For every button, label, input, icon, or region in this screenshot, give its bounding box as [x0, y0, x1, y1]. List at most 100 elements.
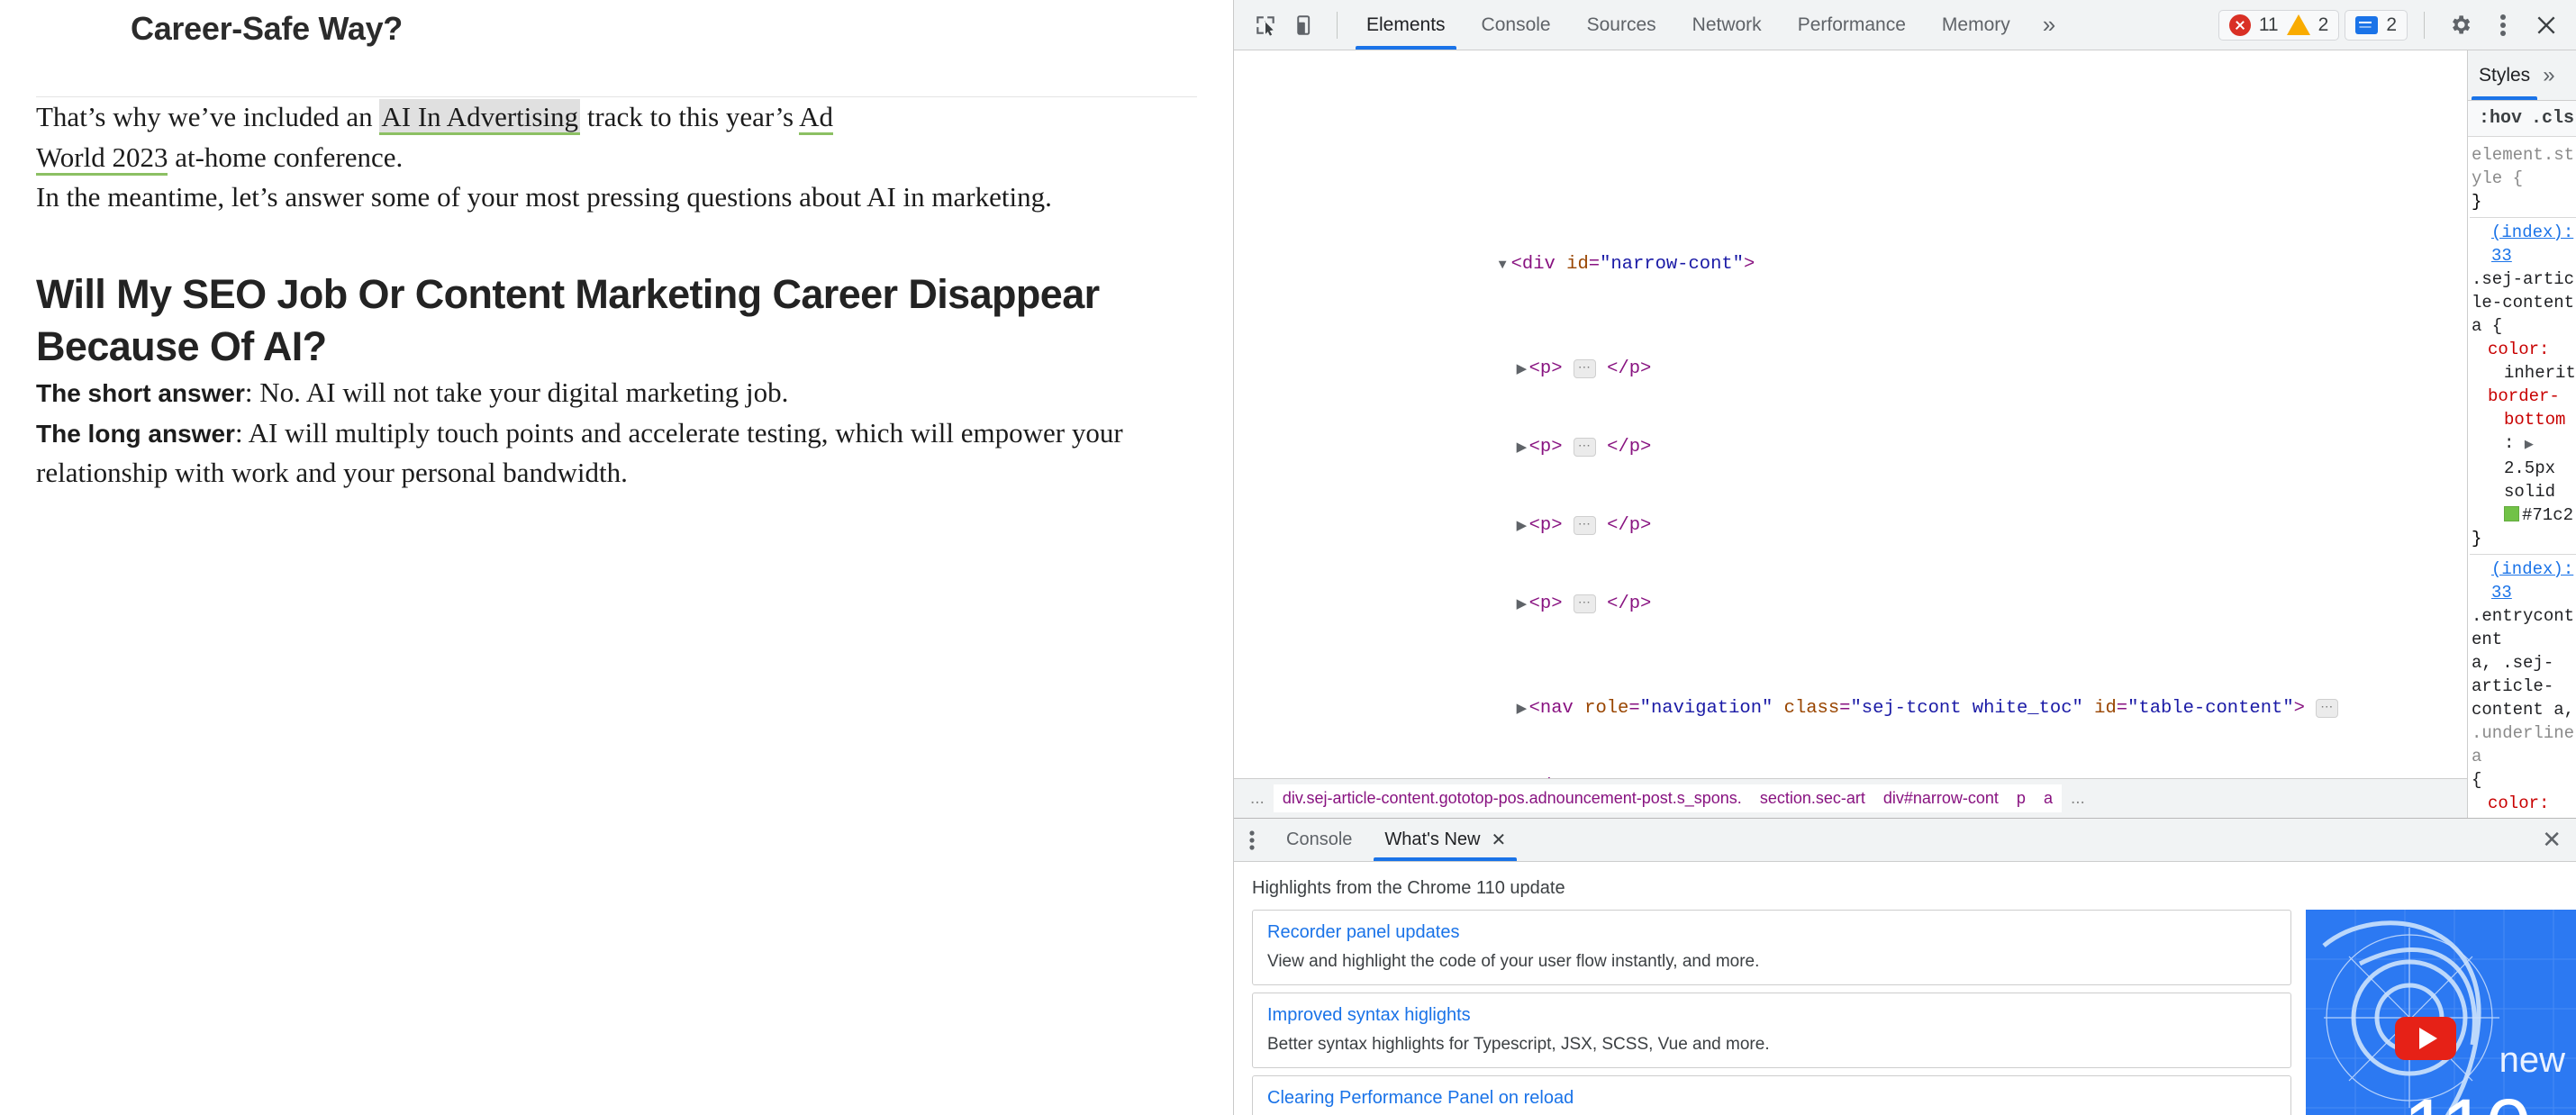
rule-source-link-2[interactable]: (index):33	[2472, 558, 2576, 604]
tabs-overflow-icon[interactable]: »	[2028, 11, 2070, 39]
nav-class-value: sej-tcont white_toc	[1862, 698, 2073, 719]
messages-counter[interactable]: 2	[2345, 10, 2408, 41]
color-swatch[interactable]	[2504, 506, 2519, 521]
whats-new-card[interactable]: Improved syntax higlights Better syntax …	[1252, 993, 2291, 1068]
tab-network[interactable]: Network	[1674, 0, 1780, 50]
prop-border-bottom-colon[interactable]: : ▶	[2472, 431, 2576, 457]
dom-tree[interactable]: ▼<section class="sec-art"> ▼<div id="nar…	[1234, 50, 2467, 778]
prop-color-2[interactable]: color:	[2472, 792, 2576, 815]
rule-source-link[interactable]: (index):33	[2472, 221, 2576, 267]
styles-panel-header: Styles »	[2468, 50, 2576, 101]
warning-count: 2	[2318, 14, 2329, 36]
dom-line-p-collapsed[interactable]: ▶<p> ⋯ </p>	[1234, 408, 2467, 434]
rule-selector[interactable]: .sej-article-content a {	[2472, 269, 2574, 336]
value-border-style: solid	[2472, 480, 2576, 503]
value-color[interactable]: inherit	[2472, 361, 2576, 385]
element-style-selector: element.style {	[2472, 145, 2574, 188]
rule-selector-2-part1[interactable]: .entrycontent	[2472, 606, 2574, 649]
close-devtools-icon[interactable]	[2527, 6, 2565, 44]
close-whats-new-icon[interactable]: ✕	[1491, 829, 1506, 851]
devtools-toolbar: Elements Console Sources Network Perform…	[1234, 0, 2576, 50]
styles-rules-list[interactable]: element.style { } (index):33 .sej-articl…	[2468, 137, 2576, 818]
dom-line-nav-close[interactable]: </nav>	[1234, 748, 2467, 774]
tab-memory[interactable]: Memory	[1924, 0, 2028, 50]
breadcrumb-item-a[interactable]: a	[2035, 784, 2062, 812]
drawer-more-icon[interactable]	[1234, 819, 1270, 861]
styles-tabs-overflow-icon[interactable]: »	[2541, 63, 2554, 88]
rule-selector-2-part3[interactable]: article-	[2472, 675, 2576, 698]
breadcrumb-overflow-right[interactable]: ...	[2062, 789, 2094, 809]
settings-gear-icon[interactable]	[2441, 6, 2479, 44]
dom-line-section-cut[interactable]: ▼<section class="sec-art">	[1234, 132, 2467, 147]
rule-selector-2-part5[interactable]: .underline a	[2472, 721, 2576, 768]
dom-line-p-collapsed[interactable]: ▶<p> ⋯ </p>	[1234, 486, 2467, 512]
breadcrumb-item-section-sec-art[interactable]: section.sec-art	[1751, 784, 1874, 812]
rule-close-brace: }	[2472, 527, 2576, 550]
tab-console[interactable]: Console	[1464, 0, 1569, 50]
close-drawer-icon[interactable]: ✕	[2542, 819, 2576, 861]
rule-sej-article-content-a[interactable]: (index):33 .sej-article-content a { colo…	[2470, 218, 2576, 555]
nav-role-value: navigation	[1651, 698, 1762, 719]
link-ad-world-2023-part1[interactable]: Ad	[799, 101, 833, 135]
breadcrumb-overflow-left[interactable]: ...	[1241, 789, 1274, 809]
dom-line-p-collapsed[interactable]: ▶<p> ⋯ </p>	[1234, 330, 2467, 356]
breadcrumb-item-p[interactable]: p	[2008, 784, 2035, 812]
error-count: 11	[2259, 14, 2279, 36]
web-page-viewport: Career-Safe Way? That’s why we’ve includ…	[0, 0, 1234, 1115]
hov-toggle[interactable]: :hov	[2479, 108, 2522, 129]
more-options-icon[interactable]	[2484, 6, 2522, 44]
whats-new-content: Recorder panel updates View and highligh…	[1234, 910, 2576, 1115]
drawer-tab-whats-new[interactable]: What's New ✕	[1368, 819, 1522, 861]
link-ad-world-2023-part2[interactable]: World 2023	[36, 141, 168, 176]
para1-mid: track to this year’s	[580, 101, 799, 132]
dom-line-nav[interactable]: ▶<nav role="navigation" class="sej-tcont…	[1234, 669, 2467, 695]
long-answer-label: The long answer	[36, 420, 235, 448]
breadcrumb-item-div-article-content[interactable]: div.sej-article-content.gototop-pos.adno…	[1274, 784, 1751, 812]
prop-border-bottom-part1[interactable]: border-	[2472, 385, 2576, 408]
tab-styles[interactable]: Styles	[2468, 50, 2541, 100]
cls-toggle[interactable]: .cls	[2531, 108, 2574, 129]
device-toolbar-icon[interactable]	[1288, 6, 1326, 44]
value-border-width: 2.5px	[2472, 457, 2576, 480]
whats-new-card[interactable]: Clearing Performance Panel on reload The…	[1252, 1075, 2291, 1115]
inspect-element-icon[interactable]	[1247, 6, 1284, 44]
tab-sources[interactable]: Sources	[1569, 0, 1674, 50]
drawer-tab-bar: Console What's New ✕ ✕	[1234, 819, 2576, 862]
prop-border-bottom-part2[interactable]: bottom	[2472, 408, 2576, 431]
card-title-syntax[interactable]: Improved syntax higlights	[1267, 1005, 2276, 1026]
link-ai-in-advertising[interactable]: AI In Advertising	[379, 99, 580, 135]
warning-icon	[2287, 14, 2310, 35]
dom-line-p-collapsed[interactable]: ▶<p> ⋯ </p>	[1234, 565, 2467, 591]
paragraph-short-answer: The short answer: No. AI will not take y…	[0, 373, 1233, 413]
rule-selector-2-part4[interactable]: content a,	[2472, 698, 2576, 721]
styles-filter-bar: :hov .cls +	[2468, 101, 2576, 137]
devtools-panel-tabs: Elements Console Sources Network Perform…	[1348, 0, 2028, 50]
toolbar-right-group: 11 2 2	[2218, 6, 2576, 44]
issues-counter[interactable]: 11 2	[2218, 10, 2340, 41]
chrome-110-thumbnail[interactable]: new 110	[2306, 910, 2576, 1115]
whats-new-card[interactable]: Recorder panel updates View and highligh…	[1252, 910, 2291, 985]
rule-element-style[interactable]: element.style { }	[2470, 141, 2576, 218]
tab-elements[interactable]: Elements	[1348, 0, 1464, 50]
page-heading-seo-job: Will My SEO Job Or Content Marketing Car…	[0, 268, 1233, 372]
thumbnail-label-new: new	[2499, 1040, 2565, 1081]
whats-new-card-list: Recorder panel updates View and highligh…	[1234, 910, 2306, 1115]
rule-selector-2-part2[interactable]: a, .sej-	[2472, 651, 2576, 675]
styles-panel: Styles » :hov .cls + element.style { } (…	[2468, 50, 2576, 818]
rule-entrycontent-a[interactable]: (index):33 .entrycontent a, .sej- articl…	[2470, 555, 2576, 818]
short-answer-text: : No. AI will not take your digital mark…	[245, 376, 789, 408]
dom-line-div-narrow-cont[interactable]: ▼<div id="narrow-cont">	[1234, 225, 2467, 251]
drawer-tab-console[interactable]: Console	[1270, 819, 1368, 861]
paragraph-long-answer: The long answer: AI will multiply touch …	[0, 413, 1233, 494]
card-title-recorder[interactable]: Recorder panel updates	[1267, 922, 2276, 943]
play-triangle	[2419, 1028, 2437, 1049]
prop-color[interactable]: color:	[2472, 338, 2576, 361]
breadcrumb: ... div.sej-article-content.gototop-pos.…	[1234, 778, 2467, 818]
elements-panel: ▼<section class="sec-art"> ▼<div id="nar…	[1234, 50, 2468, 818]
tab-performance[interactable]: Performance	[1780, 0, 1924, 50]
breadcrumb-item-div-narrow-cont[interactable]: div#narrow-cont	[1874, 784, 2008, 812]
youtube-play-icon[interactable]	[2395, 1017, 2456, 1060]
card-title-performance[interactable]: Clearing Performance Panel on reload	[1267, 1088, 2276, 1109]
devtools-main-split: ▼<section class="sec-art"> ▼<div id="nar…	[1234, 50, 2576, 818]
thumbnail-label-version: 110	[2403, 1082, 2530, 1115]
